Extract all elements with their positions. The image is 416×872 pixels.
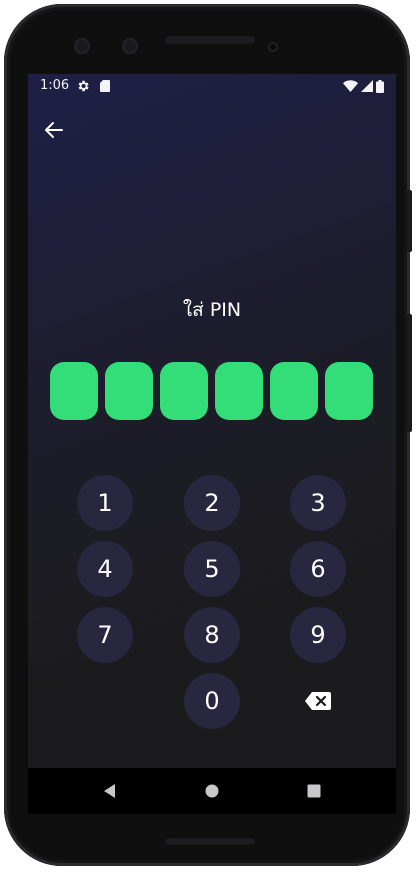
- phone-frame: 1:06 ใส่ PIN 1 2 3 4 5 6 7 8 9 0: [4, 4, 412, 866]
- key-4[interactable]: 4: [77, 541, 133, 597]
- status-time: 1:06: [40, 78, 70, 93]
- key-9[interactable]: 9: [290, 607, 346, 663]
- volume-rocker: [407, 314, 412, 432]
- pin-indicator: [50, 362, 374, 420]
- key-6[interactable]: 6: [290, 541, 346, 597]
- delete-button[interactable]: [290, 673, 346, 729]
- status-bar: 1:06: [28, 74, 396, 98]
- signal-icon: [361, 80, 373, 92]
- front-sensor-left: [74, 38, 90, 54]
- top-speaker: [164, 34, 256, 44]
- arrow-left-icon[interactable]: [42, 118, 66, 142]
- home-circle-icon[interactable]: [202, 781, 222, 801]
- bottom-speaker: [164, 836, 256, 845]
- key-3[interactable]: 3: [290, 475, 346, 531]
- system-nav-bar: [28, 768, 396, 814]
- pin-digit-box: [325, 362, 373, 420]
- pin-digit-box: [160, 362, 208, 420]
- wifi-icon: [343, 80, 358, 92]
- key-1[interactable]: 1: [77, 475, 133, 531]
- key-5[interactable]: 5: [184, 541, 240, 597]
- key-7[interactable]: 7: [77, 607, 133, 663]
- recents-square-icon[interactable]: [304, 781, 324, 801]
- backspace-icon: [305, 692, 331, 710]
- pin-digit-box: [50, 362, 98, 420]
- pin-digit-box: [105, 362, 153, 420]
- back-triangle-icon[interactable]: [100, 781, 120, 801]
- pin-digit-box: [270, 362, 318, 420]
- pin-digit-box: [215, 362, 263, 420]
- front-camera: [122, 38, 138, 54]
- sd-card-icon: [100, 80, 110, 92]
- battery-icon: [376, 79, 384, 93]
- proximity-sensor: [268, 42, 278, 52]
- key-0[interactable]: 0: [184, 673, 240, 729]
- power-button: [407, 190, 412, 252]
- key-2[interactable]: 2: [184, 475, 240, 531]
- status-icons-right: [343, 79, 384, 93]
- key-8[interactable]: 8: [184, 607, 240, 663]
- gear-icon: [78, 80, 89, 92]
- page-title: ใส่ PIN: [182, 299, 242, 321]
- app-screen: 1:06 ใส่ PIN 1 2 3 4 5 6 7 8 9 0: [28, 74, 396, 814]
